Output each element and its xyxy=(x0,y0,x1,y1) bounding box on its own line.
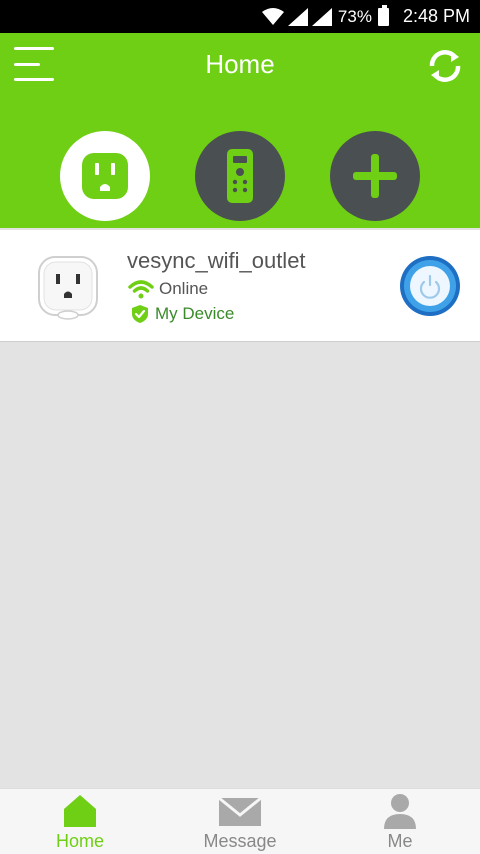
plus-icon xyxy=(353,154,397,198)
cell-signal-2-icon xyxy=(311,7,332,26)
app-header: Home xyxy=(0,33,480,228)
signal-indicators xyxy=(261,7,332,26)
device-ownership: My Device xyxy=(131,304,234,324)
tab-home-label: Home xyxy=(55,831,104,851)
battery-percent: 73% xyxy=(337,6,372,26)
battery-icon xyxy=(377,4,389,26)
tab-home[interactable]: Home xyxy=(20,789,140,854)
clock: 2:48 PM xyxy=(402,6,470,26)
tab-message-label: Message xyxy=(203,831,277,851)
envelope-icon xyxy=(218,796,262,826)
category-outlet[interactable] xyxy=(60,131,150,221)
shield-check-icon xyxy=(132,305,148,323)
device-status-label: Online xyxy=(159,279,209,298)
device-ownership-label: My Device xyxy=(155,304,235,323)
wifi-status-icon xyxy=(261,7,284,25)
bottom-tab-bar: Home Message Me xyxy=(0,788,480,854)
refresh-icon[interactable] xyxy=(424,45,466,87)
device-status: Online xyxy=(127,278,208,300)
wifi-icon xyxy=(128,280,154,299)
category-remote[interactable] xyxy=(195,131,285,221)
add-device-button[interactable] xyxy=(330,131,420,221)
outlet-device-icon xyxy=(38,256,98,320)
tab-message[interactable]: Message xyxy=(180,789,300,854)
status-bar: 73% 2:48 PM xyxy=(0,0,480,33)
device-name: vesync_wifi_outlet xyxy=(127,248,306,273)
cell-signal-icon xyxy=(287,7,308,26)
outlet-icon xyxy=(82,153,128,199)
power-toggle-button[interactable] xyxy=(398,254,462,318)
home-icon xyxy=(64,795,96,827)
remote-icon xyxy=(227,149,253,203)
tab-me[interactable]: Me xyxy=(340,789,460,854)
person-icon xyxy=(384,794,416,829)
tab-me-label: Me xyxy=(387,831,413,851)
page-title: Home xyxy=(205,49,275,79)
